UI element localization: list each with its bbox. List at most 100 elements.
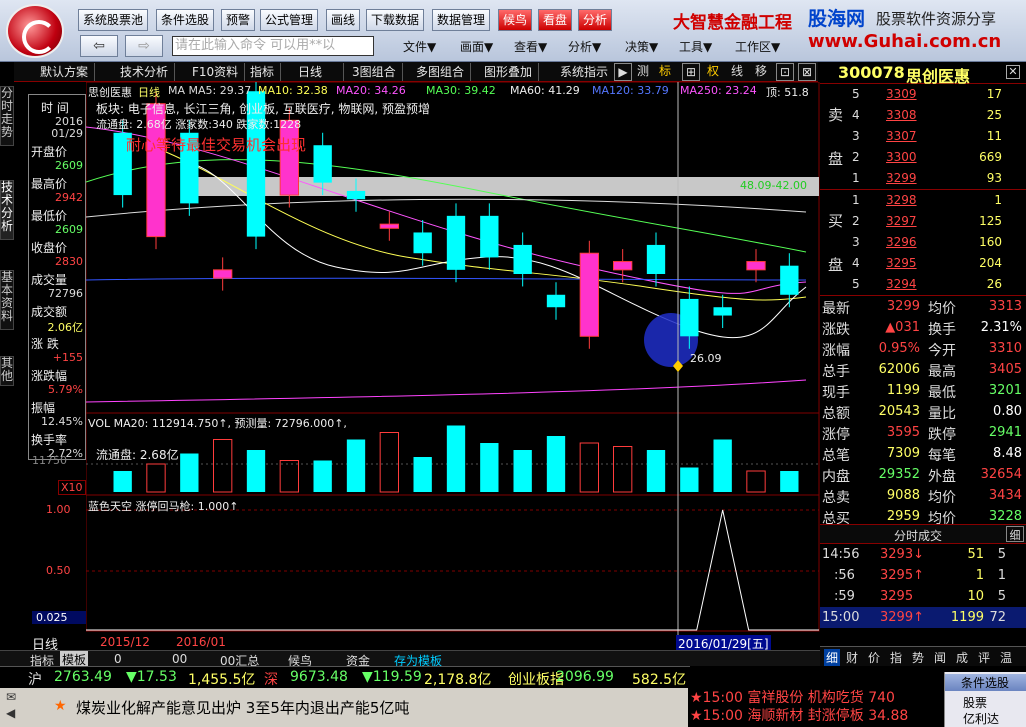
buy-row[interactable]: 3 3296 160 xyxy=(820,232,1026,253)
rtab-trend[interactable]: 势 xyxy=(912,649,924,666)
tick-count: 5 xyxy=(997,547,1006,562)
tab-three-chart[interactable]: 3图组合 xyxy=(346,63,403,81)
data-manage-button[interactable]: 数据管理 xyxy=(432,9,491,31)
volume-bar xyxy=(346,439,366,492)
info-low: 2609 xyxy=(55,223,83,236)
vtab-tech-analysis[interactable]: 技术分析 xyxy=(0,180,14,240)
tick-row[interactable]: 14:56 3293↓ 51 5 xyxy=(820,544,1026,565)
grid-icon[interactable]: ⊞ xyxy=(682,63,700,81)
vtab-intraday[interactable]: 分时走势 xyxy=(0,86,14,146)
stat-value-left: 9088 xyxy=(886,488,920,503)
alert-button[interactable]: 预警 xyxy=(221,9,256,31)
stat-label-right: 换手 xyxy=(928,322,956,338)
rtab-temp[interactable]: 温 xyxy=(1000,649,1012,666)
side-condition-title[interactable]: 条件选股 xyxy=(945,674,1026,691)
vtab-other[interactable]: 其他 xyxy=(0,356,14,386)
buy-row[interactable]: 1 3298 1 xyxy=(820,190,1026,211)
collapse-icon[interactable]: ⊠ xyxy=(798,63,816,81)
rtab-price[interactable]: 价 xyxy=(868,649,880,666)
buy-row[interactable]: 2 3297 125 xyxy=(820,211,1026,232)
watch-button[interactable]: 看盘 xyxy=(538,9,573,31)
bar-info-panel: 时 间 2016 01/29 开盘价 2609 最高价 2942 最低价 260… xyxy=(28,94,86,460)
low-label: 26.09 xyxy=(690,352,722,365)
alert-line-2[interactable]: ★15:00 海顺新材 封涨停板 34.88 xyxy=(690,705,908,725)
formula-manage-button[interactable]: 公式管理 xyxy=(260,9,319,31)
alert-line-1[interactable]: ★15:00 富祥股份 机构吃货 740 xyxy=(690,687,895,707)
menu-decision[interactable]: 决策▼ xyxy=(625,38,658,55)
stat-label-right: 每笔 xyxy=(928,448,956,464)
volume-icon[interactable]: ◀ xyxy=(6,706,15,720)
rtab-finance[interactable]: 财 xyxy=(846,649,858,666)
sell-row[interactable]: 3 3307 11 xyxy=(820,126,1026,147)
candle-body xyxy=(513,244,532,274)
volume-bar xyxy=(546,436,566,492)
tab-multi-chart[interactable]: 多图组合 xyxy=(410,63,472,81)
menu-file[interactable]: 文件▼ xyxy=(403,38,436,55)
tab-default-scheme[interactable]: 默认方案 xyxy=(34,63,96,81)
tab-overlay[interactable]: 图形叠加 xyxy=(478,63,540,81)
tick-row[interactable]: :56 3295↑ 1 1 xyxy=(820,565,1026,586)
expand-icon[interactable]: ⊡ xyxy=(776,63,794,81)
buy-price: 3297 xyxy=(886,214,917,228)
condition-select-button[interactable]: 条件选股 xyxy=(156,9,215,31)
sell-volume: 669 xyxy=(979,150,1002,164)
rtab-index[interactable]: 指 xyxy=(890,649,902,666)
sell-level: 3 xyxy=(852,129,860,143)
menu-view[interactable]: 查看▼ xyxy=(514,38,547,55)
stat-label-right: 量比 xyxy=(928,406,956,422)
buy-price: 3298 xyxy=(886,193,917,207)
tab-rights[interactable]: 权 xyxy=(704,63,722,81)
buy-row[interactable]: 5 3294 26 xyxy=(820,274,1026,295)
stock-pool-button[interactable]: 系统股票池 xyxy=(78,9,149,31)
buy-row[interactable]: 4 3295 204 xyxy=(820,253,1026,274)
tab-test[interactable]: 测 xyxy=(634,63,652,81)
analysis-button[interactable]: 分析 xyxy=(578,9,613,31)
menu-analysis[interactable]: 分析▼ xyxy=(568,38,601,55)
draw-line-button[interactable]: 画线 xyxy=(326,9,361,31)
tab-system-signal[interactable]: 系统指示 xyxy=(554,63,616,81)
download-data-button[interactable]: 下载数据 xyxy=(366,9,425,31)
tick-row[interactable]: :59 3295 10 5 xyxy=(820,586,1026,607)
resistance-zone xyxy=(182,177,819,196)
rtab-detail[interactable]: 细 xyxy=(824,649,841,666)
vtab-fundamentals[interactable]: 基本资料 xyxy=(0,270,14,330)
sell-row[interactable]: 5 3309 17 xyxy=(820,84,1026,105)
close-icon[interactable]: ✕ xyxy=(1006,65,1020,79)
tab-indicator[interactable]: 指标 xyxy=(244,63,282,81)
menu-view-screen[interactable]: 画面▼ xyxy=(460,38,493,55)
btab-00[interactable]: 00 xyxy=(172,652,187,666)
side-item-yilida[interactable]: 亿利达 xyxy=(963,710,999,727)
tab-next-icon[interactable]: ▶ xyxy=(614,63,632,81)
tick-price: 3299↑ xyxy=(880,610,924,625)
sell-row[interactable]: 4 3308 25 xyxy=(820,105,1026,126)
menu-tools[interactable]: 工具▼ xyxy=(679,38,712,55)
tab-line[interactable]: 线 xyxy=(728,63,746,81)
tab-tech-analysis[interactable]: 技术分析 xyxy=(114,63,176,81)
tick-volume: 1199 xyxy=(950,610,984,625)
tab-move[interactable]: 移 xyxy=(752,63,770,81)
rtab-deal[interactable]: 成 xyxy=(956,649,968,666)
mail-icon[interactable]: ✉ xyxy=(6,690,16,704)
tab-daily[interactable]: 日线 xyxy=(292,63,344,81)
tab-mark[interactable]: 标 xyxy=(656,63,674,81)
forward-button[interactable]: ⇨ xyxy=(125,35,163,57)
rtab-review[interactable]: 评 xyxy=(978,649,990,666)
ticks-detail-button[interactable]: 细 xyxy=(1006,526,1024,542)
tick-row[interactable]: 15:00 3299↑ 1199 72 xyxy=(820,607,1026,628)
command-input[interactable]: 请在此输入命令 可以用**以 xyxy=(172,36,374,56)
quote-stat-row: 总额 20543 量比 0.80 xyxy=(820,401,1026,422)
migrant-bird-button[interactable]: 候鸟 xyxy=(498,9,533,31)
sell-row[interactable]: 1 3299 93 xyxy=(820,168,1026,189)
sell-row[interactable]: 2 3300 669 xyxy=(820,147,1026,168)
side-item-stock[interactable]: 股票 xyxy=(963,694,987,711)
rtab-news[interactable]: 闻 xyxy=(934,649,946,666)
ma-legend-120: MA120: 33.79 xyxy=(592,84,669,97)
volume-bar xyxy=(579,442,599,493)
back-button[interactable]: ⇦ xyxy=(80,35,118,57)
tab-f10[interactable]: F10资料 xyxy=(186,63,246,81)
menu-workspace[interactable]: 工作区▼ xyxy=(735,38,780,55)
chart-area[interactable]: 思创医惠 日线 MA MA5: 29.37 MA10: 32.38 MA20: … xyxy=(32,82,820,653)
btab-0[interactable]: 0 xyxy=(114,652,122,666)
news-headline[interactable]: 煤炭业化解产能意见出炉 3至5年内退出产能5亿吨 xyxy=(76,697,409,718)
info-label-volume: 成交量 xyxy=(31,273,68,287)
